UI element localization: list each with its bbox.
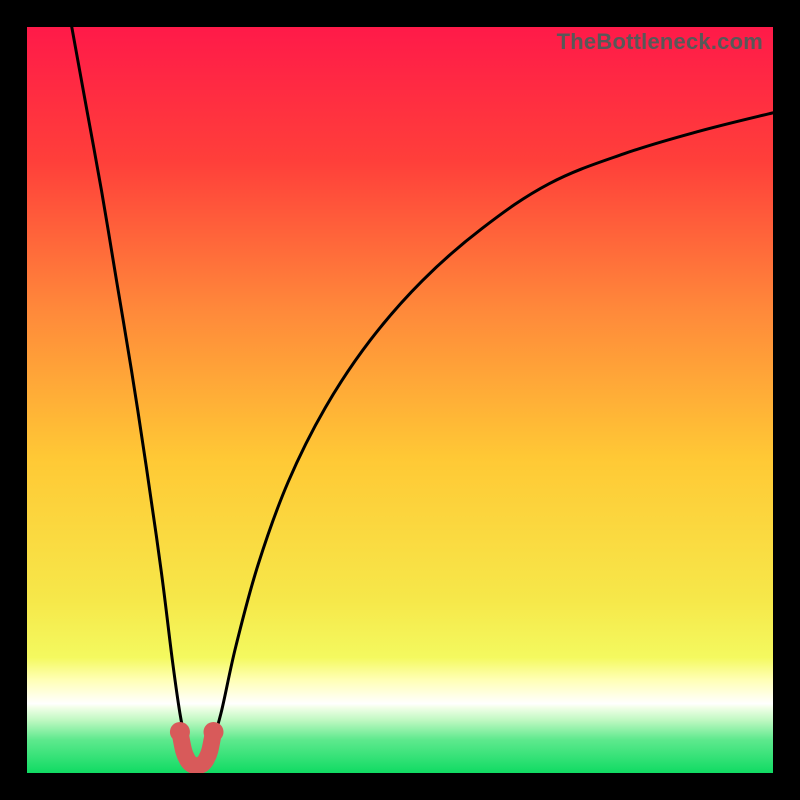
chart-plot-area: TheBottleneck.com: [27, 27, 773, 773]
gradient-background: [27, 27, 773, 773]
trough-end-dot: [170, 722, 190, 742]
chart-svg: [27, 27, 773, 773]
trough-end-dot: [204, 722, 224, 742]
watermark-text: TheBottleneck.com: [557, 29, 763, 55]
chart-frame: TheBottleneck.com: [0, 0, 800, 800]
